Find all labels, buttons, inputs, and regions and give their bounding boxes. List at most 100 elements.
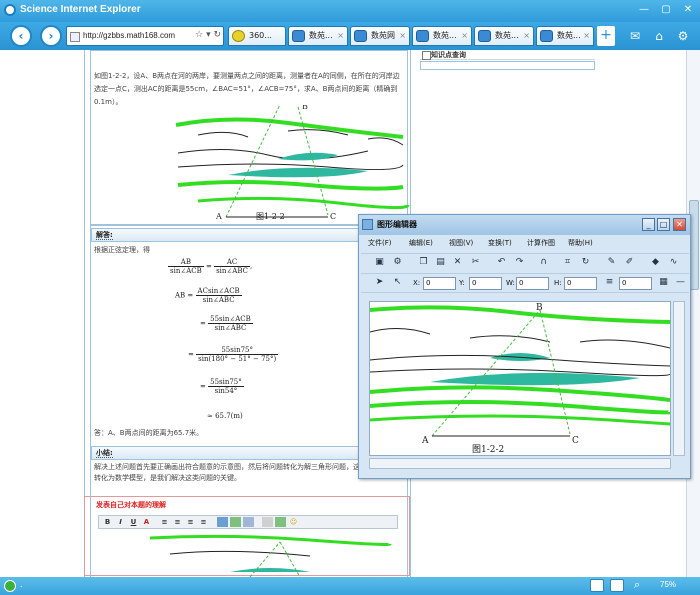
insert-link-icon[interactable] bbox=[243, 517, 254, 527]
dialog-title-bar[interactable]: 图形编辑器 _ □ ✕ bbox=[359, 215, 690, 235]
rotate-icon[interactable]: ↻ bbox=[579, 256, 592, 269]
figure-caption: 图1-2-2 bbox=[256, 212, 285, 220]
redo-icon[interactable]: ↷ bbox=[513, 256, 526, 269]
mail-icon[interactable]: ✉ bbox=[626, 27, 644, 45]
post-title: 发表自己对本题的理解 bbox=[96, 501, 166, 509]
h-input[interactable]: 0 bbox=[564, 277, 597, 290]
tab-close-icon[interactable]: × bbox=[399, 27, 406, 45]
canvas-vertical-scrollbar[interactable] bbox=[673, 301, 685, 456]
menu-file[interactable]: 文件(F) bbox=[368, 238, 392, 248]
line-width-input[interactable]: 0 bbox=[619, 277, 652, 290]
align-right-icon[interactable]: ≡ bbox=[185, 517, 196, 527]
river-sketch-line bbox=[169, 550, 311, 557]
fill-icon[interactable]: ◆ bbox=[649, 256, 662, 269]
tab-favicon-icon bbox=[540, 30, 553, 42]
settings-icon[interactable]: ⚙ bbox=[391, 256, 404, 269]
h-label: H: bbox=[554, 279, 562, 287]
align-left-icon[interactable]: ≡ bbox=[159, 517, 170, 527]
knowledge-search-box[interactable] bbox=[420, 61, 595, 70]
river-bank-line bbox=[177, 180, 404, 191]
tab-5[interactable]: 数苑... × bbox=[474, 26, 534, 46]
underline-button[interactable]: U bbox=[128, 517, 139, 527]
home-icon[interactable]: ⌂ bbox=[650, 27, 668, 45]
undo-icon[interactable]: ↶ bbox=[495, 256, 508, 269]
dialog-close-button[interactable]: ✕ bbox=[673, 218, 686, 231]
select-tool-icon[interactable]: ↖ bbox=[391, 276, 404, 289]
tab-6[interactable]: 数苑... × bbox=[536, 26, 594, 46]
cut-icon[interactable]: ✂ bbox=[469, 256, 482, 269]
river-bank-line bbox=[175, 117, 404, 139]
editor-toolbar: B I U A ≡ ≡ ≡ ≡ ☺ bbox=[98, 515, 398, 529]
pen-icon[interactable]: ✎ bbox=[605, 256, 618, 269]
river-bank-line bbox=[370, 414, 670, 426]
address-input[interactable]: http://gzbbs.math168.com bbox=[83, 31, 175, 40]
menu-transform[interactable]: 变换(T) bbox=[488, 238, 512, 248]
menu-view[interactable]: 视图(V) bbox=[449, 238, 473, 248]
menu-compute-draw[interactable]: 计算作图 bbox=[527, 238, 555, 248]
tab-1[interactable]: 360... bbox=[228, 26, 286, 46]
menu-edit[interactable]: 编辑(E) bbox=[409, 238, 433, 248]
copy-icon[interactable]: ❐ bbox=[417, 256, 430, 269]
point-a-label: A bbox=[215, 212, 222, 220]
grid-icon[interactable]: ▦ bbox=[657, 276, 670, 289]
x-label: X: bbox=[413, 279, 421, 287]
address-actions[interactable]: ☆ ▾ ↻ bbox=[195, 30, 221, 40]
drawing-canvas[interactable]: B A C 图1-2-2 bbox=[369, 301, 671, 456]
tab-2[interactable]: 数苑... × bbox=[288, 26, 348, 46]
close-button[interactable]: ✕ bbox=[678, 2, 698, 18]
tab-favicon-icon bbox=[354, 30, 367, 42]
back-button[interactable]: ‹ bbox=[10, 25, 32, 47]
save-icon[interactable]: ▣ bbox=[373, 256, 386, 269]
tab-close-icon[interactable]: × bbox=[461, 27, 468, 45]
x-input[interactable]: 0 bbox=[423, 277, 456, 290]
dialog-maximize-button[interactable]: □ bbox=[657, 218, 670, 231]
tab-favicon-icon bbox=[292, 30, 305, 42]
y-label: Y: bbox=[459, 279, 465, 287]
paste-icon[interactable]: ▤ bbox=[434, 256, 447, 269]
river-bank-line bbox=[149, 534, 392, 546]
y-input[interactable]: 0 bbox=[469, 277, 502, 290]
math-line-1: AB sin∠ACB = AC sin∠ABC, bbox=[168, 258, 253, 275]
insert-table-icon[interactable] bbox=[230, 517, 241, 527]
new-tab-button[interactable]: + bbox=[597, 26, 615, 46]
align-center-icon[interactable]: ≡ bbox=[172, 517, 183, 527]
dialog-minimize-button[interactable]: _ bbox=[642, 218, 655, 231]
insert-image-icon[interactable] bbox=[217, 517, 228, 527]
magnet-icon[interactable]: ∩ bbox=[537, 256, 550, 269]
font-color-button[interactable]: A bbox=[141, 517, 152, 527]
line-width-icon[interactable]: ≡ bbox=[603, 276, 616, 289]
curve-icon[interactable]: ∿ bbox=[667, 256, 680, 269]
dialog-toolbar-properties: ➤ ↖ X: 0 Y: 0 W: 0 H: 0 ≡ 0 ▦ — bbox=[361, 273, 689, 293]
tab-close-icon[interactable]: × bbox=[583, 27, 590, 45]
insert-media-icon[interactable] bbox=[262, 517, 273, 527]
pointer-tool-icon[interactable]: ➤ bbox=[373, 276, 386, 289]
settings-gear-icon[interactable]: ⚙ bbox=[674, 27, 692, 45]
tab-3[interactable]: 数苑网 × bbox=[350, 26, 410, 46]
water-area bbox=[278, 152, 338, 161]
insert-formula-icon[interactable] bbox=[275, 517, 286, 527]
zoom-level[interactable]: 75% bbox=[660, 580, 676, 589]
status-window-icon[interactable] bbox=[610, 579, 624, 592]
minimize-button[interactable]: — bbox=[634, 2, 654, 18]
menu-help[interactable]: 帮助(H) bbox=[568, 238, 593, 248]
line-style-icon[interactable]: — bbox=[674, 276, 687, 289]
justify-icon[interactable]: ≡ bbox=[198, 517, 209, 527]
forward-button[interactable]: › bbox=[40, 25, 62, 47]
tab-close-icon[interactable]: × bbox=[337, 27, 344, 45]
w-input[interactable]: 0 bbox=[516, 277, 549, 290]
italic-button[interactable]: I bbox=[115, 517, 126, 527]
knowledge-search-panel: 知识点查询 bbox=[420, 50, 600, 72]
dialog-title: 图形编辑器 bbox=[377, 220, 417, 229]
tab-close-icon[interactable]: × bbox=[523, 27, 530, 45]
address-bar[interactable]: http://gzbbs.math168.com ☆ ▾ ↻ bbox=[66, 26, 224, 46]
status-tool-icon[interactable] bbox=[590, 579, 604, 592]
maximize-button[interactable]: ▢ bbox=[656, 2, 676, 18]
canvas-horizontal-scrollbar[interactable] bbox=[369, 458, 671, 469]
delete-icon[interactable]: ✕ bbox=[451, 256, 464, 269]
tab-4[interactable]: 数苑... × bbox=[412, 26, 472, 46]
bold-button[interactable]: B bbox=[102, 517, 113, 527]
zoom-icon[interactable]: ⌕ bbox=[634, 578, 640, 592]
brush-icon[interactable]: ✐ bbox=[623, 256, 636, 269]
crop-icon[interactable]: ⌗ bbox=[561, 256, 574, 269]
emoticon-icon[interactable]: ☺ bbox=[288, 517, 299, 527]
